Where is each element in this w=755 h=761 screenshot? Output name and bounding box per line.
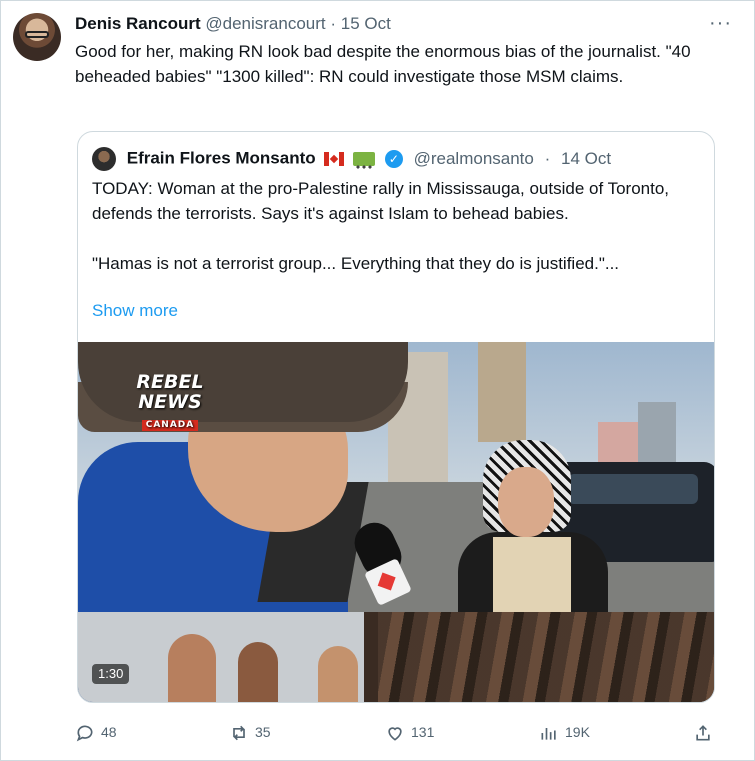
quoted-author-avatar[interactable] [92, 146, 116, 171]
crowd-person [238, 642, 278, 702]
like-count: 131 [411, 724, 435, 740]
repost-count: 35 [255, 724, 271, 740]
reply-icon [76, 725, 93, 742]
separator: · [544, 148, 551, 168]
rubble-image [378, 612, 714, 702]
crowd-person [168, 634, 216, 702]
reply-count: 48 [101, 724, 117, 740]
logo-line-3: CANADA [141, 420, 199, 431]
tweet[interactable]: Denis Rancourt @denisrancourt · 15 Oct ·… [0, 0, 755, 761]
tweet-date[interactable]: 15 Oct [341, 14, 391, 33]
background-building [598, 422, 638, 462]
logo-line-2: NEWS [138, 391, 202, 413]
quoted-author-handle[interactable]: @realmonsanto [414, 149, 534, 168]
quoted-tweet-header: Efrain Flores Monsanto ✓ @realmonsanto ·… [92, 146, 611, 171]
quoted-tweet-date[interactable]: 14 Oct [561, 149, 611, 168]
show-more-link[interactable]: Show more [92, 300, 178, 322]
background-building [478, 342, 526, 442]
logo-line-1: REBEL [136, 371, 204, 393]
video-player[interactable]: REBEL NEWS CANADA 1:30 [78, 342, 714, 702]
heart-icon [388, 727, 402, 741]
truck-icon [353, 151, 376, 169]
tweet-header: Denis Rancourt @denisrancourt · 15 Oct [75, 13, 734, 35]
quoted-tweet[interactable]: Efrain Flores Monsanto ✓ @realmonsanto ·… [77, 131, 715, 703]
background-building [638, 402, 676, 462]
like-button[interactable]: 131 [385, 719, 434, 745]
reply-button[interactable]: 48 [75, 719, 117, 745]
verified-badge-icon: ✓ [384, 149, 403, 168]
share-icon [696, 725, 710, 741]
interviewee-face [498, 467, 554, 537]
rebel-news-logo: REBEL NEWS CANADA [120, 372, 220, 431]
repost-icon [233, 726, 245, 741]
quoted-author-name[interactable]: Efrain Flores Monsanto [127, 149, 316, 168]
tweet-actions: 48 35 131 19K [75, 719, 715, 745]
tweet-text: Good for her, making RN look bad despite… [75, 42, 691, 86]
author-handle[interactable]: @denisrancourt [205, 14, 325, 33]
views-button[interactable]: 19K [539, 719, 590, 745]
more-icon[interactable]: ··· [709, 13, 732, 33]
share-button[interactable] [693, 719, 719, 745]
views-count: 19K [565, 724, 590, 740]
video-duration: 1:30 [92, 664, 130, 684]
author-avatar[interactable] [13, 13, 61, 61]
crowd-person [318, 646, 358, 702]
video-overlay-strip [78, 612, 714, 702]
repost-button[interactable]: 35 [229, 719, 271, 745]
canada-flag-icon [324, 151, 345, 166]
quoted-tweet-text: TODAY: Woman at the pro-Palestine rally … [92, 179, 670, 273]
separator: · [330, 14, 337, 33]
author-name[interactable]: Denis Rancourt [75, 14, 201, 33]
views-icon [541, 728, 556, 740]
